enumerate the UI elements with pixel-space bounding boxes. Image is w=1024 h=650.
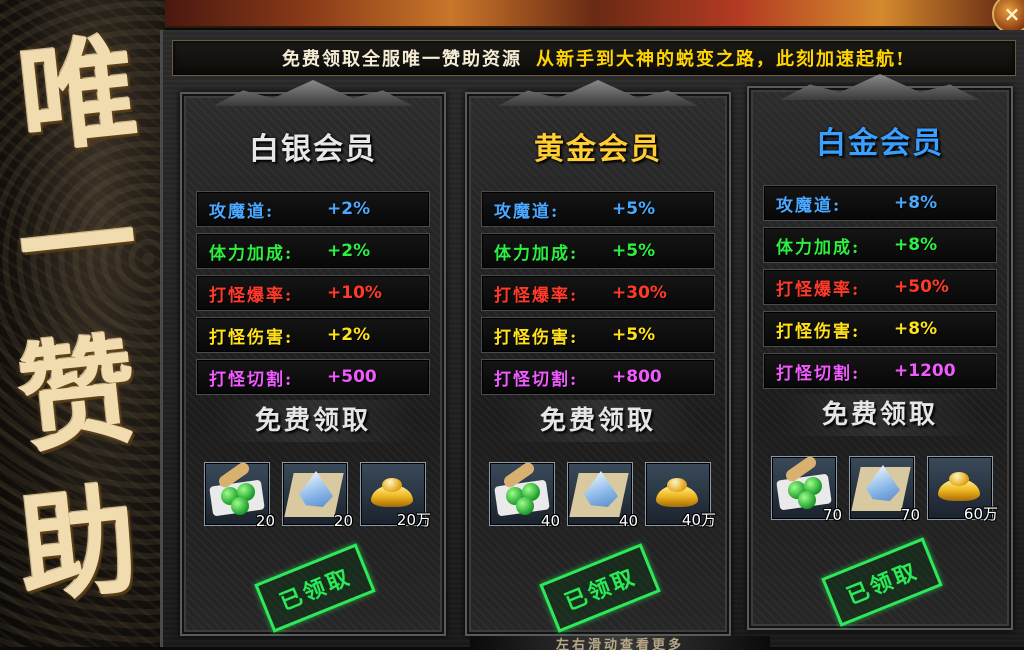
- reward-count: 60万: [963, 505, 998, 523]
- stat-row: 体力加成: +8%: [763, 227, 997, 263]
- stat-value: +2%: [327, 325, 371, 345]
- stat-name: 打怪切割:: [776, 363, 861, 384]
- stat-row: 打怪切割: +500: [196, 359, 430, 395]
- left-banner: 唯 一 赞 助: [0, 0, 165, 647]
- stat-row: 打怪伤害: +5%: [481, 317, 715, 353]
- banner-char: 一: [11, 169, 144, 320]
- card-title: 白金会员: [816, 126, 944, 161]
- reward-count: 70: [822, 506, 842, 524]
- stat-name: 打怪伤害:: [494, 327, 579, 348]
- stat-value: +2%: [327, 199, 371, 219]
- stat-row: 打怪伤害: +2%: [196, 317, 430, 353]
- stat-name: 攻魔道:: [209, 201, 275, 222]
- stat-name: 体力加成:: [776, 237, 861, 258]
- membership-card-silver: 白银会员 攻魔道: +2% 体力加成: +2% 打怪爆率: +10% 打怪伤害: +2%…: [180, 80, 446, 636]
- banner-char: 助: [11, 469, 144, 620]
- stat-name: 打怪切割:: [494, 369, 579, 390]
- reward-count: 40: [618, 512, 638, 530]
- reward-slot[interactable]: 70: [771, 454, 842, 524]
- stat-name: 打怪伤害:: [776, 321, 861, 342]
- reward-slot[interactable]: 40万: [645, 462, 716, 529]
- stat-row: 打怪切割: +1200: [763, 353, 997, 389]
- stat-value: +30%: [612, 283, 667, 303]
- stat-name: 攻魔道:: [494, 201, 560, 222]
- close-button[interactable]: ×: [992, 0, 1024, 34]
- reward-count: 20: [333, 512, 353, 530]
- stat-row: 打怪爆率: +30%: [481, 275, 715, 311]
- reward-list: 40 40 40万: [489, 460, 716, 530]
- reward-slot[interactable]: 60万: [927, 456, 998, 523]
- slogan-part-1: 免费领取全服唯一赞助资源: [282, 49, 523, 70]
- reward-slot[interactable]: 20: [282, 462, 353, 530]
- stat-name: 攻魔道:: [776, 195, 842, 216]
- stat-value: +5%: [612, 241, 656, 261]
- reward-list: 20 20 20万: [204, 460, 431, 530]
- top-decor-strip: ×: [165, 0, 1024, 34]
- slogan-bar: 免费领取全服唯一赞助资源 从新手到大神的蜕变之路，此刻加速起航!: [172, 40, 1016, 76]
- reward-slot[interactable]: 40: [567, 462, 638, 530]
- stats-list: 攻魔道: +8% 体力加成: +8% 打怪爆率: +50% 打怪伤害: +8% 打怪切割…: [763, 185, 997, 395]
- stats-list: 攻魔道: +5% 体力加成: +5% 打怪爆率: +30% 打怪伤害: +5% 打怪切割…: [481, 191, 715, 401]
- stat-value: +2%: [327, 241, 371, 261]
- stat-value: +8%: [894, 235, 938, 255]
- stat-row: 攻魔道: +8%: [763, 185, 997, 221]
- stat-value: +1200: [894, 361, 956, 381]
- reward-count: 20: [255, 512, 275, 530]
- stat-row: 攻魔道: +5%: [481, 191, 715, 227]
- stat-name: 打怪爆率:: [776, 279, 861, 300]
- stat-row: 体力加成: +5%: [481, 233, 715, 269]
- claimed-stamp: 已领取: [821, 537, 943, 627]
- banner-title: 唯 一 赞 助: [8, 19, 148, 620]
- stats-list: 攻魔道: +2% 体力加成: +2% 打怪爆率: +10% 打怪伤害: +2% 打怪切割…: [196, 191, 430, 401]
- stat-value: +800: [612, 367, 662, 387]
- stat-value: +10%: [327, 283, 382, 303]
- stat-value: +5%: [612, 325, 656, 345]
- banner-char: 唯: [11, 19, 144, 170]
- membership-card-gold: 黄金会员 攻魔道: +5% 体力加成: +5% 打怪爆率: +30% 打怪伤害: +5%…: [465, 80, 731, 636]
- card-title: 白银会员: [249, 132, 377, 167]
- stat-name: 打怪伤害:: [209, 327, 294, 348]
- reward-list: 70 70 60万: [771, 454, 998, 524]
- free-claim-header: 免费领取: [498, 400, 698, 442]
- reward-count: 40万: [681, 511, 716, 529]
- stat-name: 打怪切割:: [209, 369, 294, 390]
- membership-card-platinum: 白金会员 攻魔道: +8% 体力加成: +8% 打怪爆率: +50% 打怪伤害: +8%…: [747, 74, 1013, 630]
- reward-count: 40: [540, 512, 560, 530]
- stat-row: 打怪爆率: +10%: [196, 275, 430, 311]
- reward-count: 70: [900, 506, 920, 524]
- stat-name: 打怪爆率:: [209, 285, 294, 306]
- reward-slot[interactable]: 70: [849, 456, 920, 524]
- card-title: 黄金会员: [534, 132, 662, 167]
- reward-slot[interactable]: 20万: [360, 462, 431, 529]
- stat-name: 体力加成:: [209, 243, 294, 264]
- stat-row: 打怪切割: +800: [481, 359, 715, 395]
- claimed-stamp: 已领取: [254, 543, 376, 633]
- banner-char: 赞: [11, 319, 144, 470]
- stat-value: +8%: [894, 193, 938, 213]
- claimed-stamp: 已领取: [539, 543, 661, 633]
- slogan-part-2: 从新手到大神的蜕变之路，此刻加速起航!: [536, 49, 906, 70]
- reward-count: 20万: [396, 511, 431, 529]
- bottom-hint-bar: 左右滑动查看更多: [470, 636, 770, 650]
- stat-row: 打怪伤害: +8%: [763, 311, 997, 347]
- stat-value: +5%: [612, 199, 656, 219]
- stat-row: 体力加成: +2%: [196, 233, 430, 269]
- stat-value: +8%: [894, 319, 938, 339]
- free-claim-header: 免费领取: [780, 394, 980, 436]
- reward-slot[interactable]: 20: [204, 460, 275, 530]
- stat-value: +50%: [894, 277, 949, 297]
- stat-row: 攻魔道: +2%: [196, 191, 430, 227]
- reward-slot[interactable]: 40: [489, 460, 560, 530]
- stat-name: 打怪爆率:: [494, 285, 579, 306]
- stat-name: 体力加成:: [494, 243, 579, 264]
- free-claim-header: 免费领取: [213, 400, 413, 442]
- stat-row: 打怪爆率: +50%: [763, 269, 997, 305]
- stat-value: +500: [327, 367, 377, 387]
